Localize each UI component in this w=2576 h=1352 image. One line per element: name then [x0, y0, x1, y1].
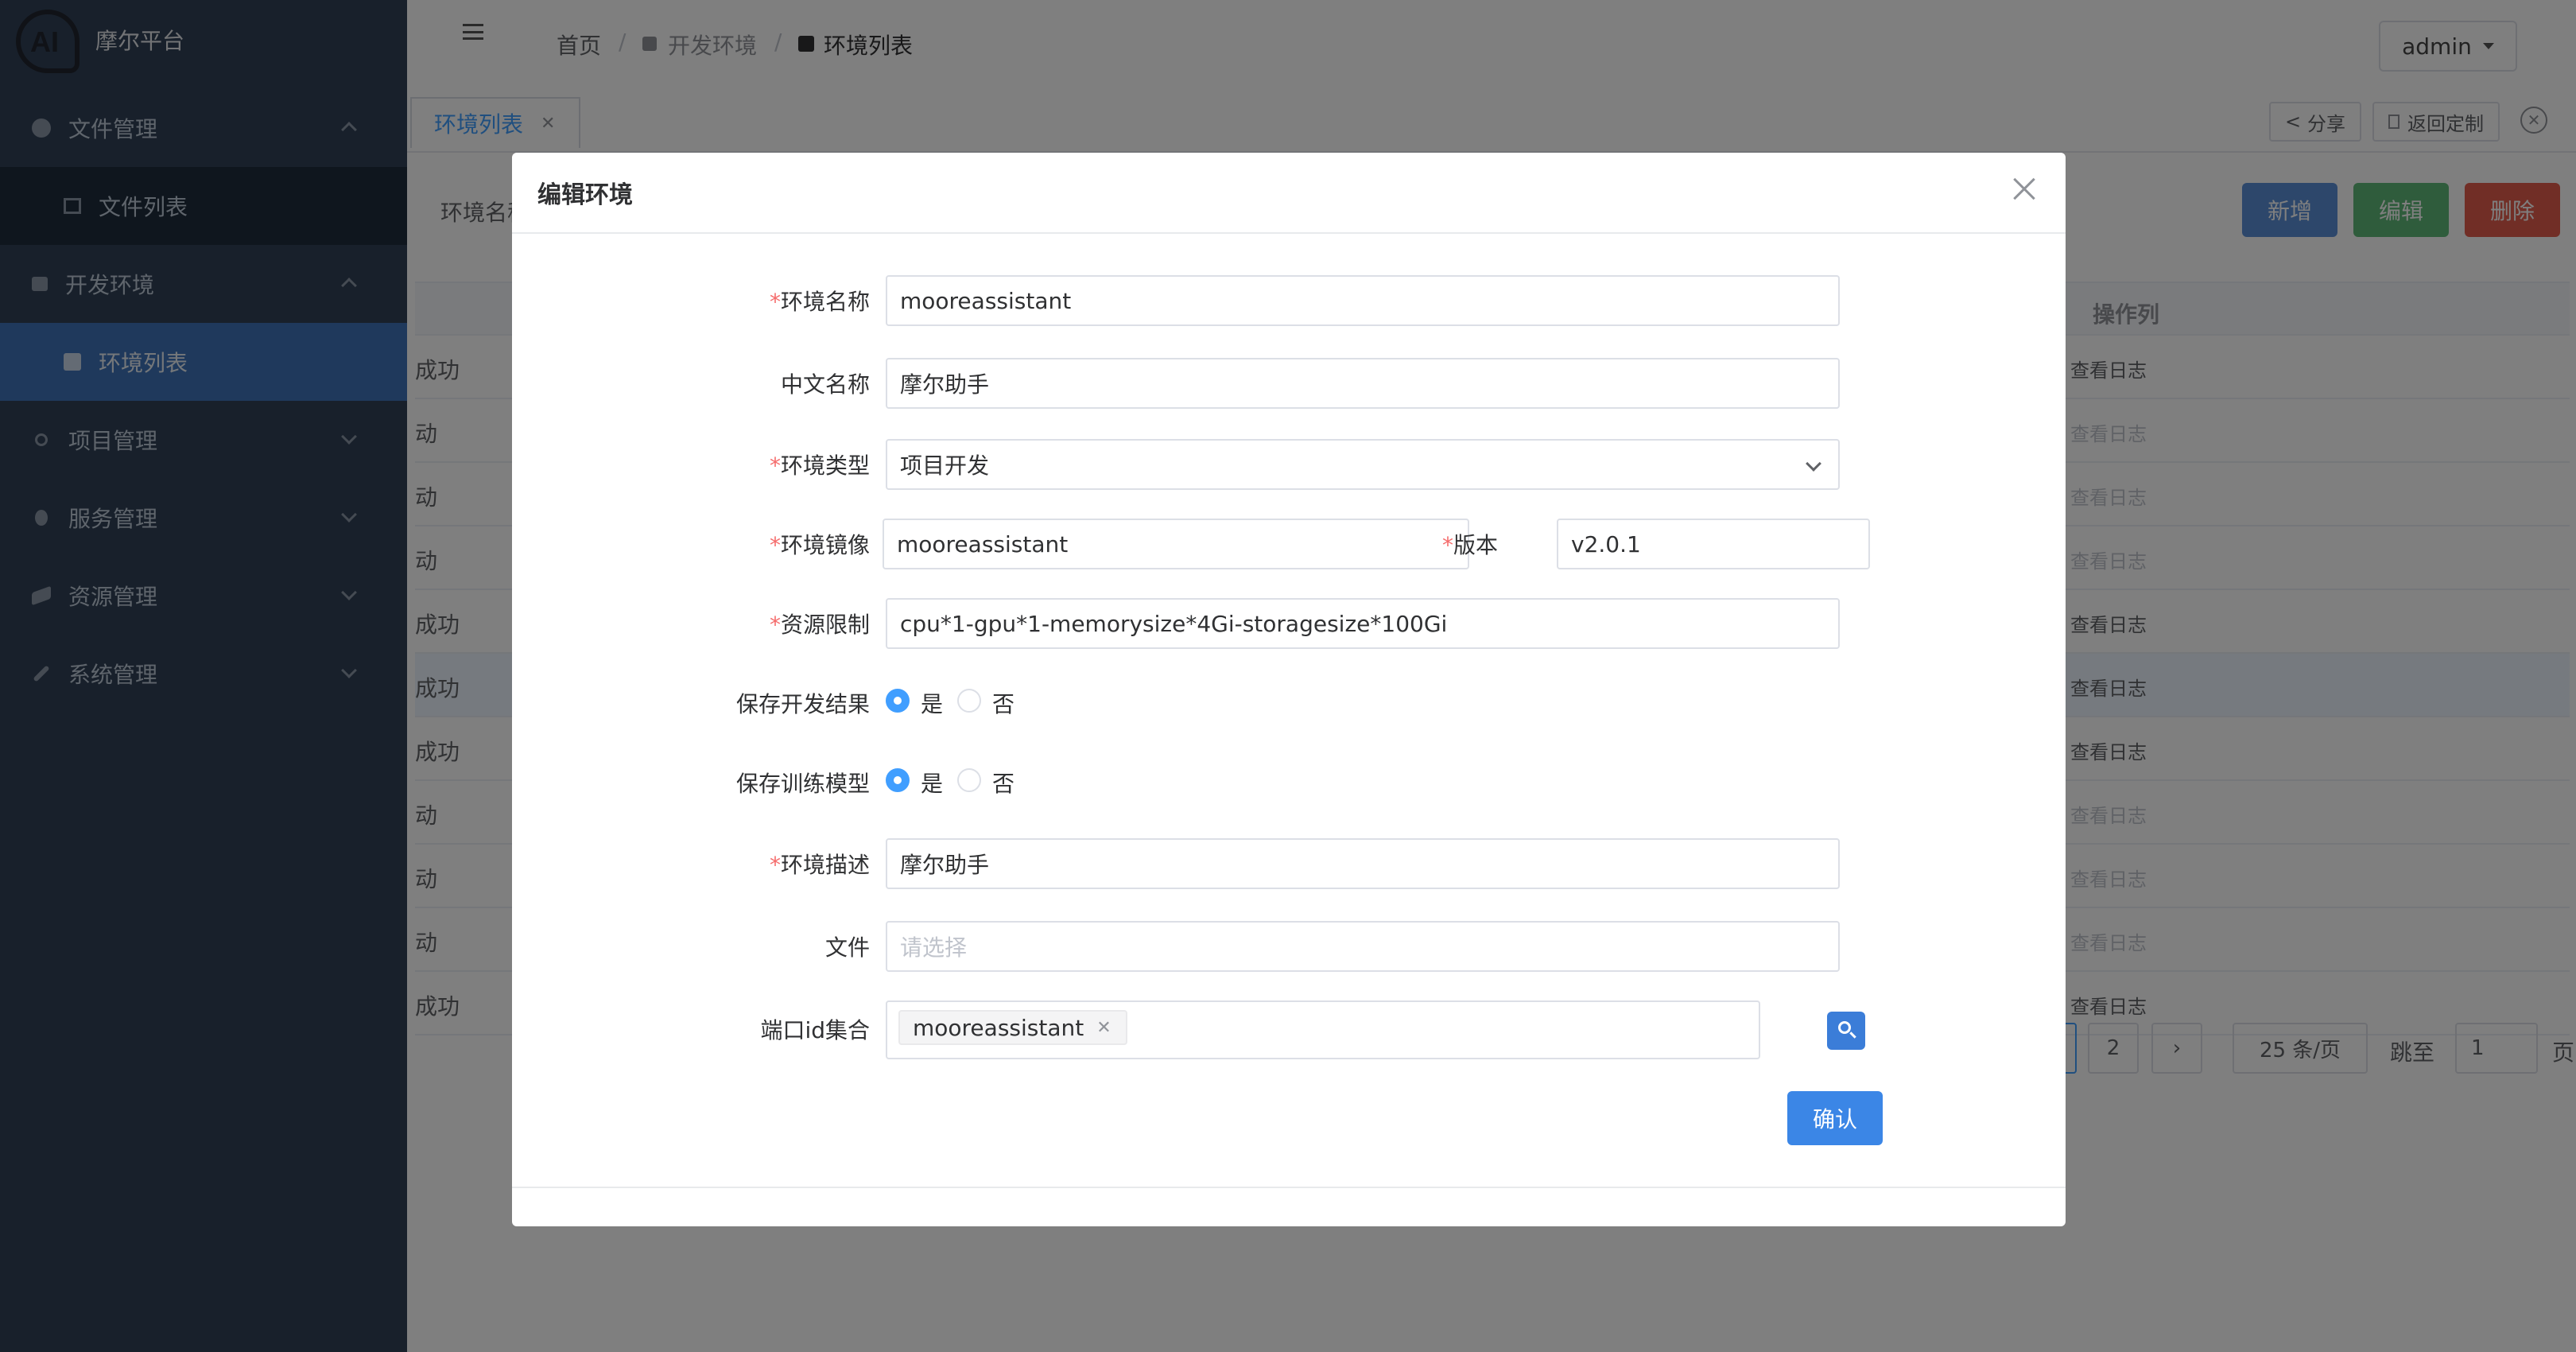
close-icon[interactable]: ✕ [1096, 1018, 1111, 1038]
edit-env-dialog: 编辑环境 *环境名称 mooreassistant 中文名称 摩尔助手 *环境类… [512, 153, 2066, 1226]
save-dev-no-label: 否 [992, 691, 1015, 717]
save-model-yes-label: 是 [921, 771, 944, 797]
env-name-label: *环境名称 [769, 289, 870, 315]
cn-name-label: 中文名称 [780, 371, 870, 398]
port-tag-label: mooreassistant [913, 1014, 1084, 1041]
file-label: 文件 [824, 934, 870, 961]
ports-input[interactable]: mooreassistant ✕ [886, 1000, 1760, 1059]
resource-label: *资源限制 [769, 612, 870, 638]
dialog-header: 编辑环境 [512, 153, 2066, 234]
env-type-value: 项目开发 [900, 453, 990, 479]
ports-label: 端口id集合 [760, 1017, 870, 1043]
cn-name-input[interactable]: 摩尔助手 [886, 358, 1840, 409]
resource-input[interactable]: cpu*1-gpu*1-memorysize*4Gi-storagesize*1… [886, 598, 1840, 649]
save-dev-no-radio[interactable] [957, 689, 981, 713]
save-dev-label: 保存开发结果 [735, 691, 870, 717]
env-type-select[interactable]: 项目开发 [886, 439, 1840, 490]
save-model-no-radio[interactable] [957, 768, 981, 792]
dialog-title: 编辑环境 [537, 181, 633, 209]
save-dev-yes-label: 是 [921, 691, 944, 717]
search-icon [1838, 1021, 1851, 1034]
chevron-down-icon [1806, 456, 1821, 472]
save-model-no-label: 否 [992, 771, 1015, 797]
env-type-label: *环境类型 [769, 453, 870, 479]
port-tag: mooreassistant ✕ [898, 1010, 1127, 1045]
confirm-button[interactable]: 确认 [1787, 1091, 1883, 1145]
save-model-label: 保存训练模型 [735, 771, 870, 797]
version-label: *版本 [1441, 532, 1498, 558]
image-label: *环境镜像 [769, 532, 870, 558]
save-dev-yes-radio[interactable] [886, 689, 910, 713]
env-name-input[interactable]: mooreassistant [886, 275, 1840, 326]
save-model-yes-radio[interactable] [886, 768, 910, 792]
search-button[interactable] [1827, 1012, 1865, 1050]
close-icon[interactable] [2008, 173, 2040, 205]
file-select[interactable]: 请选择 [886, 921, 1840, 972]
desc-input[interactable]: 摩尔助手 [886, 838, 1840, 889]
desc-label: *环境描述 [769, 852, 870, 878]
version-input[interactable]: v2.0.1 [1557, 519, 1870, 569]
dialog-footer [512, 1187, 2066, 1188]
